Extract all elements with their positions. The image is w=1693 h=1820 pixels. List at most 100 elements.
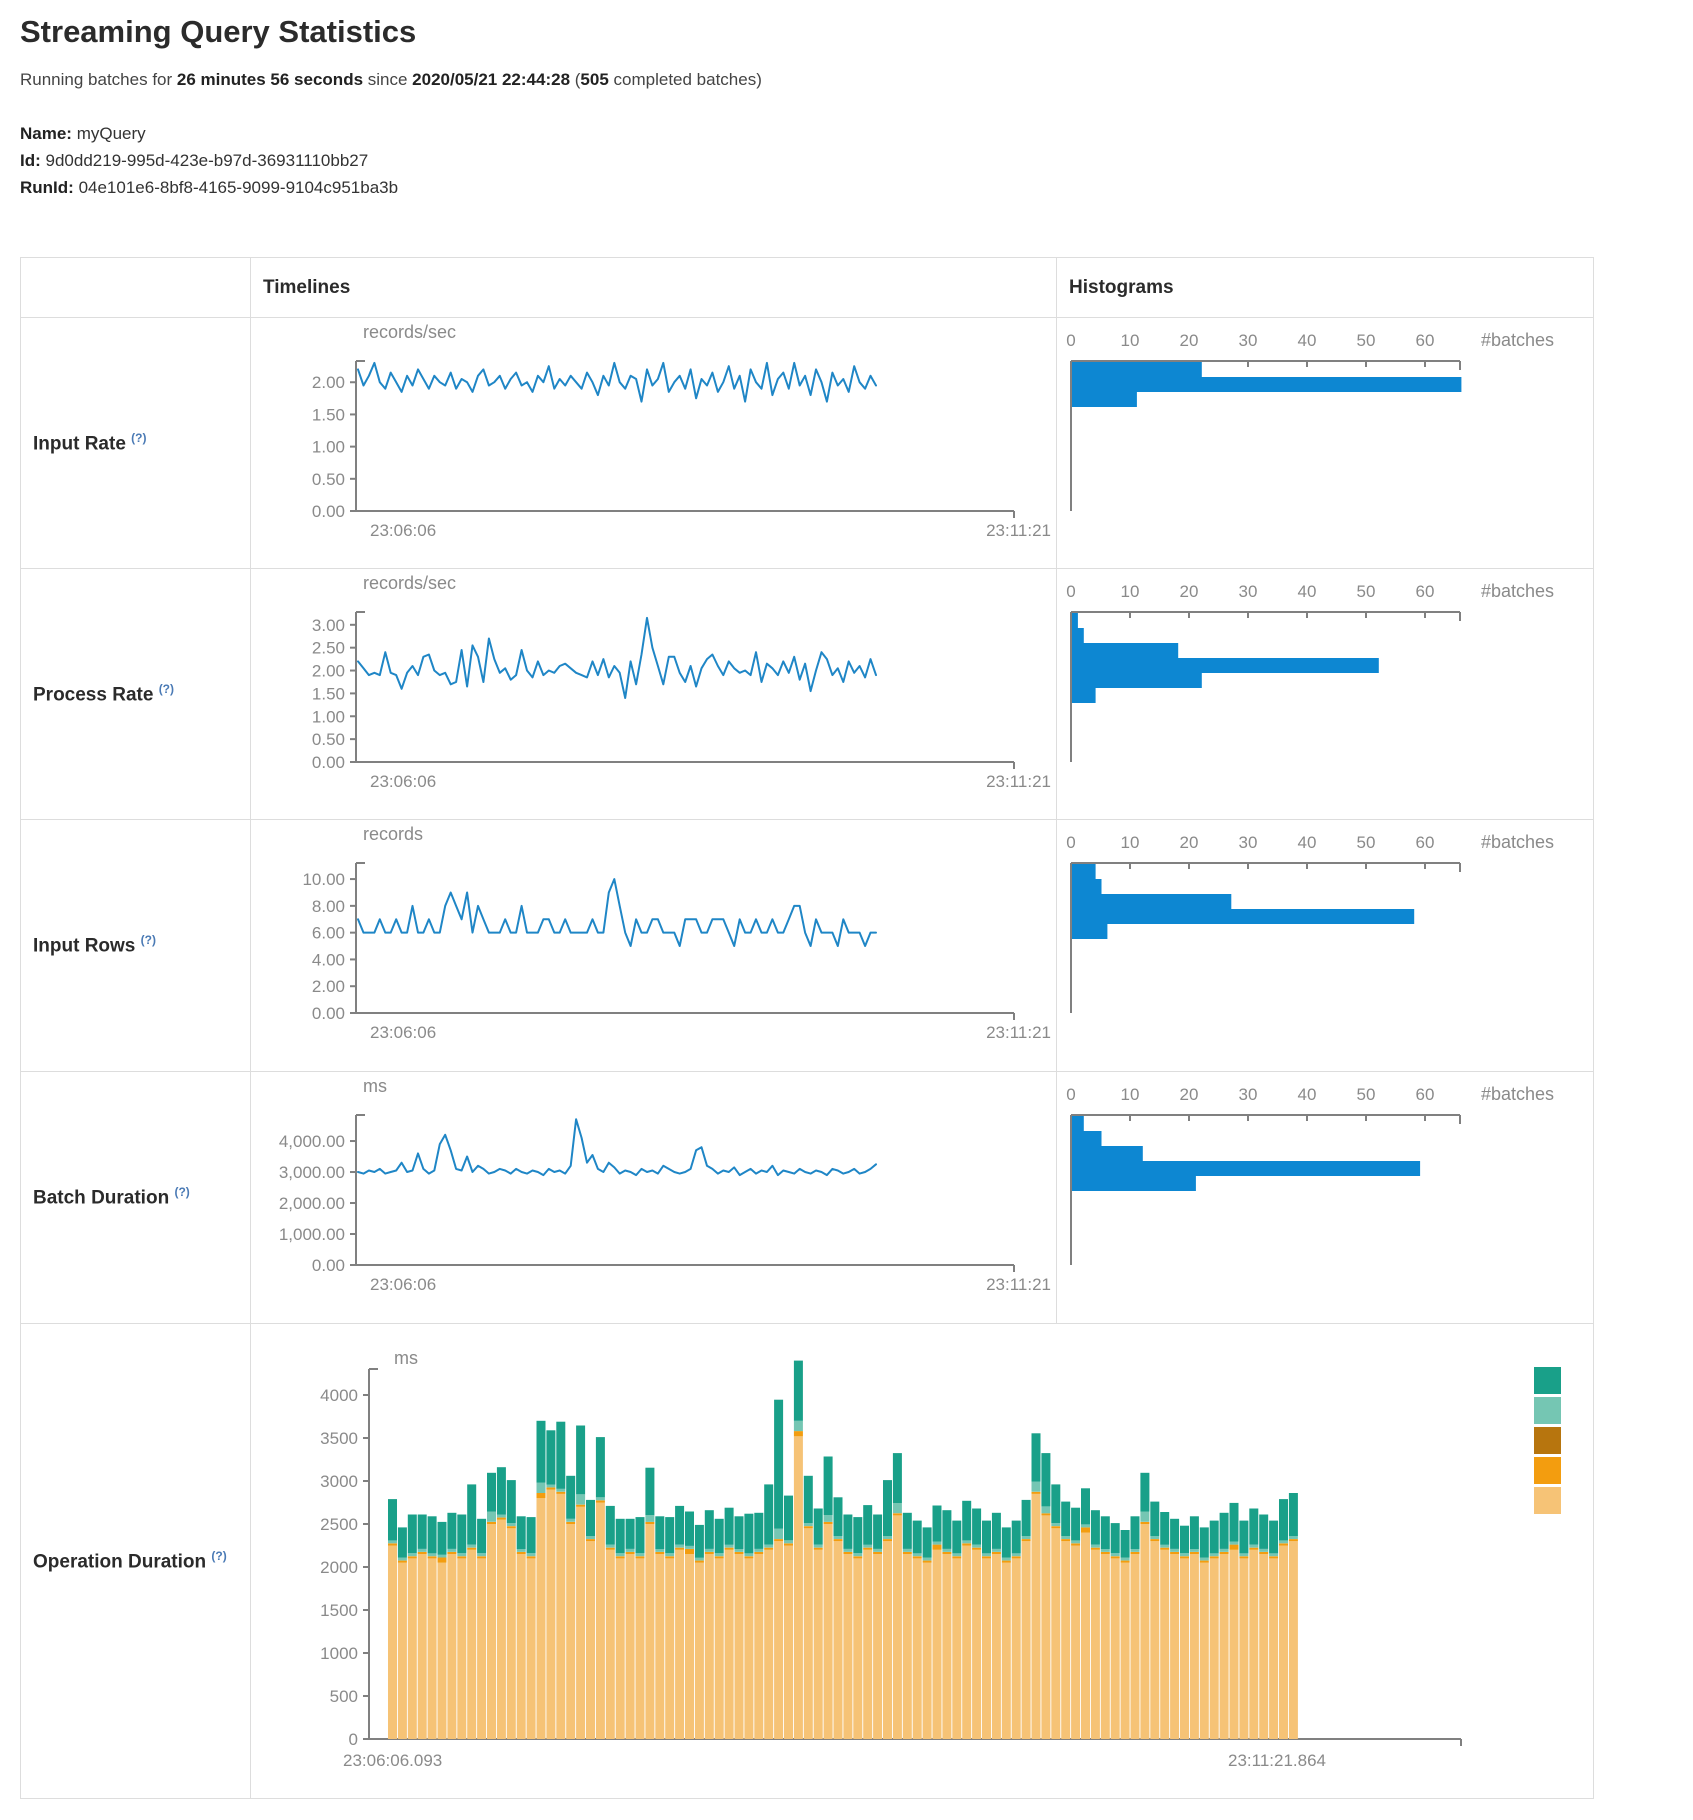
row-label-batch-duration: Batch Duration (?): [21, 1072, 251, 1324]
query-name-line: Name: myQuery: [20, 120, 1693, 147]
svg-text:500: 500: [330, 1687, 358, 1706]
query-runid-line: RunId: 04e101e6-8bf8-4165-9099-9104c951b…: [20, 174, 1693, 201]
process-rate-timeline-chart: records/sec0.000.501.001.502.002.503.002…: [251, 569, 1057, 819]
svg-text:50: 50: [1357, 582, 1376, 601]
svg-text:10.00: 10.00: [302, 870, 345, 889]
svg-text:10: 10: [1121, 331, 1140, 350]
svg-text:0: 0: [349, 1730, 358, 1749]
svg-text:30: 30: [1239, 833, 1258, 852]
completed-batches-count: 505: [580, 70, 608, 89]
svg-text:23:11:21.864: 23:11:21.864: [1228, 1751, 1326, 1770]
help-icon[interactable]: (?): [174, 1185, 189, 1199]
process-rate-histogram-chart: 0 10 20 30 40 50 60 #batches: [1057, 569, 1594, 819]
batch-duration-timeline-chart: ms0.001,000.002,000.003,000.004,000.0023…: [251, 1072, 1057, 1323]
svg-text:40: 40: [1298, 582, 1317, 601]
svg-text:60: 60: [1416, 331, 1435, 350]
row-label-input-rows: Input Rows (?): [21, 820, 251, 1072]
help-icon[interactable]: (?): [211, 1549, 226, 1563]
svg-text:23:11:21: 23:11:21: [986, 521, 1051, 540]
svg-text:1.00: 1.00: [312, 707, 345, 726]
input-rate-timeline-chart: records/sec0.000.501.001.502.0023:06:062…: [251, 318, 1057, 568]
svg-text:50: 50: [1357, 1085, 1376, 1104]
batch-duration-histogram-chart: 0102030405060#batches: [1057, 1072, 1594, 1323]
page-title: Streaming Query Statistics: [20, 14, 1693, 50]
svg-text:4,000.00: 4,000.00: [279, 1132, 345, 1151]
svg-text:0: 0: [1066, 833, 1075, 852]
svg-text:0: 0: [1066, 331, 1075, 350]
svg-text:23:11:21: 23:11:21: [986, 772, 1051, 791]
svg-text:0.00: 0.00: [312, 502, 345, 521]
svg-text:#batches: #batches: [1481, 330, 1554, 350]
svg-text:records: records: [363, 824, 423, 844]
svg-text:3.00: 3.00: [312, 616, 345, 635]
svg-text:#batches: #batches: [1481, 1084, 1554, 1104]
svg-text:records/sec: records/sec: [363, 322, 456, 342]
svg-text:1000: 1000: [320, 1644, 358, 1663]
row-label-input-rate: Input Rate (?): [21, 318, 251, 569]
svg-text:1.50: 1.50: [312, 405, 345, 424]
query-metadata: Name: myQuery Id: 9d0dd219-995d-423e-b97…: [20, 120, 1693, 201]
help-icon[interactable]: (?): [141, 933, 156, 947]
svg-text:#batches: #batches: [1481, 581, 1554, 601]
svg-text:2000: 2000: [320, 1558, 358, 1577]
svg-text:1,000.00: 1,000.00: [279, 1225, 345, 1244]
page-header: Streaming Query Statistics Running batch…: [0, 0, 1693, 201]
svg-text:0.00: 0.00: [312, 1004, 345, 1023]
svg-text:1500: 1500: [320, 1601, 358, 1620]
svg-text:60: 60: [1416, 1085, 1435, 1104]
svg-text:20: 20: [1180, 1085, 1199, 1104]
input-rate-histogram-chart: 0102030405060#batches: [1057, 318, 1594, 568]
table-row: Process Rate (?) records/sec0.000.501.00…: [21, 569, 1594, 820]
svg-text:6.00: 6.00: [312, 924, 345, 943]
help-icon[interactable]: (?): [131, 431, 146, 445]
table-row: Batch Duration (?) ms0.001,000.002,000.0…: [21, 1072, 1594, 1324]
histograms-column-header: Histograms: [1057, 258, 1594, 318]
svg-text:23:06:06: 23:06:06: [370, 1275, 436, 1294]
svg-text:10: 10: [1121, 833, 1140, 852]
svg-text:records/sec: records/sec: [363, 573, 456, 593]
svg-text:2500: 2500: [320, 1515, 358, 1534]
svg-text:3000: 3000: [320, 1472, 358, 1491]
svg-text:2.00: 2.00: [312, 373, 345, 392]
running-batches-summary: Running batches for 26 minutes 56 second…: [20, 70, 1693, 90]
table-row: Input Rows (?) records0.002.004.006.008.…: [21, 820, 1594, 1072]
svg-text:0.50: 0.50: [312, 730, 345, 749]
svg-text:2.00: 2.00: [312, 977, 345, 996]
svg-text:3,000.00: 3,000.00: [279, 1163, 345, 1182]
query-id-value: 9d0dd219-995d-423e-b97d-36931110bb27: [46, 151, 369, 170]
svg-text:40: 40: [1298, 331, 1317, 350]
svg-text:23:11:21: 23:11:21: [986, 1275, 1051, 1294]
svg-text:23:06:06.093: 23:06:06.093: [343, 1751, 442, 1770]
svg-text:10: 10: [1121, 1085, 1140, 1104]
svg-text:8.00: 8.00: [312, 897, 345, 916]
svg-text:#batches: #batches: [1481, 832, 1554, 852]
svg-text:30: 30: [1239, 331, 1258, 350]
svg-text:20: 20: [1180, 582, 1199, 601]
svg-text:2.00: 2.00: [312, 662, 345, 681]
svg-text:0: 0: [1066, 582, 1075, 601]
svg-text:60: 60: [1416, 582, 1435, 601]
timelines-column-header: Timelines: [251, 258, 1057, 318]
svg-text:ms: ms: [394, 1348, 418, 1368]
svg-text:50: 50: [1357, 833, 1376, 852]
svg-text:10: 10: [1121, 582, 1140, 601]
svg-text:2.50: 2.50: [312, 639, 345, 658]
svg-text:50: 50: [1357, 331, 1376, 350]
statistics-table: Timelines Histograms Input Rate (?) reco…: [20, 257, 1594, 1799]
svg-text:40: 40: [1298, 833, 1317, 852]
svg-text:23:11:21: 23:11:21: [986, 1023, 1051, 1042]
query-runid-value: 04e101e6-8bf8-4165-9099-9104c951ba3b: [79, 178, 399, 197]
running-duration: 26 minutes 56 seconds: [177, 70, 363, 89]
svg-text:1.00: 1.00: [312, 438, 345, 457]
svg-text:20: 20: [1180, 833, 1199, 852]
svg-text:ms: ms: [363, 1076, 387, 1096]
svg-text:30: 30: [1239, 582, 1258, 601]
input-rows-timeline-chart: records0.002.004.006.008.0010.0023:06:06…: [251, 820, 1057, 1071]
help-icon[interactable]: (?): [159, 682, 174, 696]
svg-text:40: 40: [1298, 1085, 1317, 1104]
table-header-row: Timelines Histograms: [21, 258, 1594, 318]
svg-text:60: 60: [1416, 833, 1435, 852]
query-name-value: myQuery: [77, 124, 146, 143]
svg-text:0.00: 0.00: [312, 753, 345, 772]
svg-text:30: 30: [1239, 1085, 1258, 1104]
